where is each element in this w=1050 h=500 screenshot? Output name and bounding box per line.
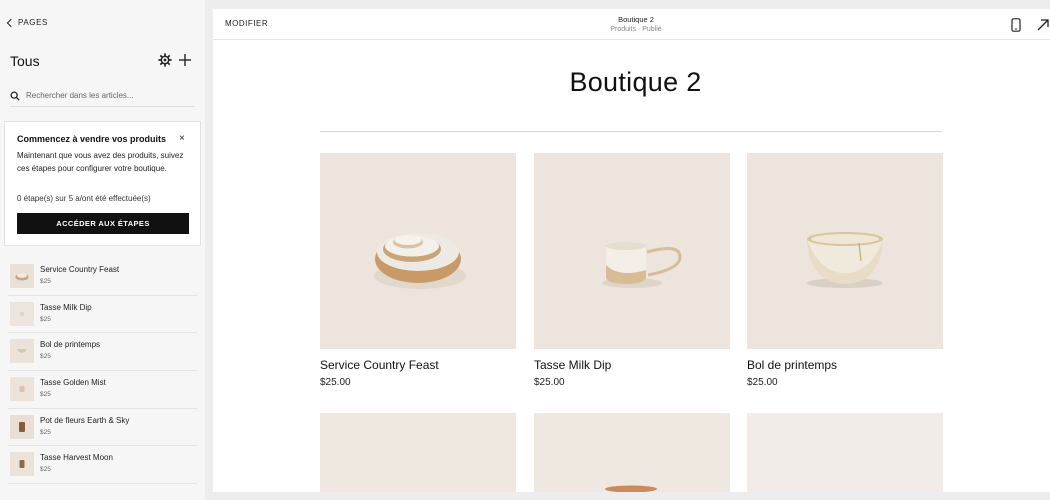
product-list-item[interactable]: Pot de fleurs Earth & Sky $25 — [8, 409, 197, 447]
product-card-price: $25.00 — [534, 377, 565, 388]
back-label: PAGES — [18, 18, 48, 27]
product-name: Tasse Golden Mist — [40, 378, 106, 388]
page-preview: MODIFIER Boutique 2 Produits · Publié Bo… — [213, 9, 1050, 492]
product-card-price: $25.00 — [747, 377, 778, 388]
product-list: Service Country Feast $25 Tasse Milk Dip… — [0, 258, 205, 485]
product-price: $25 — [40, 278, 51, 285]
gear-icon[interactable] — [158, 53, 172, 67]
product-image — [534, 153, 730, 349]
product-list-item[interactable]: Tasse Harvest Moon $25 — [8, 446, 197, 485]
product-card-name: Tasse Milk Dip — [534, 358, 612, 372]
product-card[interactable]: Service Country Feast $25.00 — [320, 153, 516, 393]
product-card-image[interactable] — [747, 413, 943, 492]
product-list-item[interactable]: Tasse Milk Dip $25 — [8, 296, 197, 334]
product-list-item[interactable]: Service Country Feast $25 — [8, 258, 197, 296]
topbar-page-title: Boutique 2 — [618, 15, 654, 24]
sidebar-title: Tous — [10, 53, 40, 69]
product-name: Tasse Milk Dip — [40, 302, 92, 312]
product-card-price: $25.00 — [320, 377, 351, 388]
product-card-name: Service Country Feast — [320, 358, 439, 372]
back-to-pages-button[interactable]: PAGES — [6, 18, 48, 27]
setup-promo-card: Commencez à vendre vos produits × Mainte… — [4, 121, 201, 246]
chevron-left-icon — [6, 18, 16, 27]
preview-topbar: MODIFIER Boutique 2 Produits · Publié — [213, 9, 1050, 40]
promo-progress-text: 0 étape(s) sur 5 a/ont été effectuée(s) — [17, 194, 151, 203]
product-card[interactable]: Bol de printemps $25.00 — [747, 153, 943, 393]
product-card-image[interactable] — [320, 413, 516, 492]
product-name: Service Country Feast — [40, 265, 120, 274]
product-image — [320, 153, 516, 349]
product-name: Tasse Harvest Moon — [40, 453, 113, 463]
product-thumbnail — [10, 264, 34, 288]
search-input[interactable] — [26, 91, 186, 100]
product-price: $25 — [40, 315, 51, 323]
divider — [320, 131, 942, 132]
store-page-title: Boutique 2 — [569, 67, 702, 97]
product-price: $25 — [40, 391, 51, 399]
product-thumbnail — [10, 377, 34, 402]
plus-icon[interactable] — [177, 52, 193, 68]
external-link-icon[interactable] — [1036, 18, 1050, 32]
mobile-device-icon[interactable] — [1011, 18, 1021, 32]
product-card-name: Bol de printemps — [747, 358, 838, 372]
product-name: Bol de printemps — [40, 340, 101, 350]
product-card-image[interactable] — [534, 413, 730, 492]
search-bar — [10, 85, 195, 107]
product-image — [747, 153, 943, 349]
product-thumbnail — [10, 414, 34, 439]
product-card[interactable]: Tasse Milk Dip $25.00 — [534, 153, 730, 393]
product-price: $25 — [40, 353, 51, 361]
product-thumbnail — [10, 301, 34, 326]
topbar-page-status: Produits · Publié — [610, 26, 662, 33]
promo-title: Commencez à vendre vos produits — [17, 134, 167, 144]
product-thumbnail — [10, 339, 34, 364]
modify-button[interactable]: MODIFIER — [225, 19, 268, 28]
page-info: Boutique 2 Produits · Publié — [586, 15, 686, 33]
product-thumbnail — [10, 452, 34, 477]
product-list-item[interactable]: Bol de printemps $25 — [8, 333, 197, 372]
product-price: $25 — [40, 428, 51, 436]
close-icon[interactable]: × — [179, 134, 185, 144]
sidebar: PAGES Tous Commencez à vendre vos produi… — [0, 0, 205, 500]
product-list-item[interactable]: Tasse Golden Mist $25 — [8, 371, 197, 409]
product-name: Pot de fleurs Earth & Sky — [40, 415, 130, 425]
access-steps-button[interactable]: ACCÉDER AUX ÉTAPES — [17, 213, 189, 234]
product-price: $25 — [40, 466, 51, 474]
promo-description: Maintenant que vous avez des produits, s… — [17, 151, 184, 173]
search-icon — [10, 91, 20, 101]
